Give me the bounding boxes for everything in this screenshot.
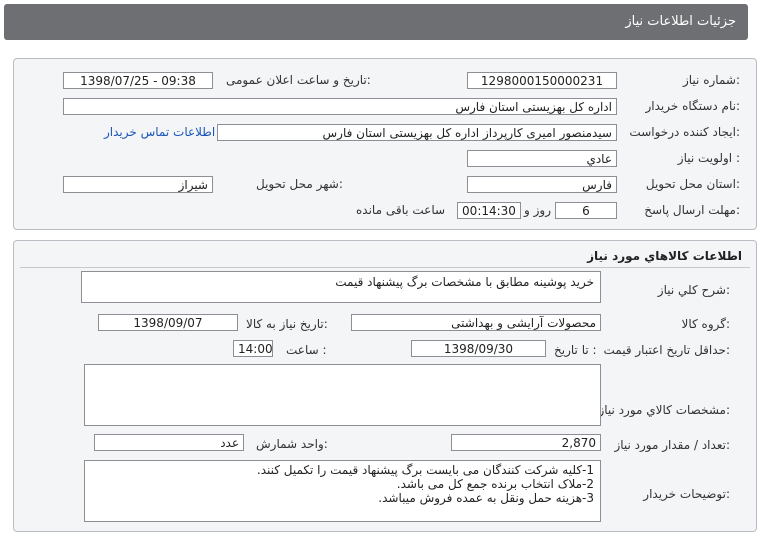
hour-field: 14:00 xyxy=(233,340,273,357)
buyer-org-label: نام دستگاه خريدار: xyxy=(645,99,741,113)
goods-spec-label: مشخصات کالاي مورد نياز: xyxy=(598,403,730,417)
need-number-field: 1298000150000231 xyxy=(467,72,617,89)
goods-panel: اطلاعات کالاهاي مورد نياز شرح کلي نياز: … xyxy=(13,240,757,532)
goods-group-field: محصولات آرایشی و بهداشتی xyxy=(351,314,601,331)
buyer-notes-label: توضيحات خريدار: xyxy=(643,487,730,501)
buyer-note-line: 1-کلیه شرکت کنندگان می بایست برگ پیشنهاد… xyxy=(256,463,594,477)
general-desc-text: خرید پوشینه مطابق با مشخصات برگ پیشنهاد … xyxy=(335,275,594,289)
section-divider xyxy=(20,267,750,268)
page-title: جزئيات اطلاعات نياز xyxy=(625,14,736,29)
deadline-label: مهلت ارسال پاسخ: xyxy=(644,203,740,217)
province-field: فارس xyxy=(467,176,617,193)
province-label: استان محل تحويل: xyxy=(645,177,740,191)
buyer-notes-field: 1-کلیه شرکت کنندگان می بایست برگ پیشنهاد… xyxy=(84,460,601,522)
price-validity-label: حداقل تاريخ اعتبار قيمت: xyxy=(603,343,730,357)
days-label: روز و xyxy=(524,203,551,217)
need-info-panel: شماره نياز: 1298000150000231 تاريخ و ساع… xyxy=(13,58,757,230)
days-field: 6 xyxy=(555,202,617,219)
general-desc-label: شرح کلي نياز: xyxy=(657,283,730,297)
goods-section-title: اطلاعات کالاهاي مورد نياز xyxy=(587,249,742,263)
goods-group-label: گروه کالا: xyxy=(681,317,731,331)
hour-label: ساعت : xyxy=(286,343,327,357)
time-remaining-label: ساعت باقی مانده xyxy=(356,203,446,217)
unit-field: عدد xyxy=(94,434,244,451)
unit-label: واحد شمارش: xyxy=(256,437,328,451)
need-date-label: تاريخ نياز به کالا: xyxy=(246,317,328,331)
page-header: جزئيات اطلاعات نياز xyxy=(4,4,748,40)
creator-field: سیدمنصور امیری کارپرداز اداره کل بهزیستی… xyxy=(217,124,617,141)
buyer-org-field: اداره کل بهزیستی استان فارس xyxy=(63,98,617,115)
priority-label: اولويت نياز : xyxy=(677,151,740,165)
until-date-field: 1398/09/30 xyxy=(411,340,546,357)
buyer-note-line: 3-هزینه حمل ونقل به عمده فروش میباشد. xyxy=(378,491,594,505)
quantity-label: تعداد / مقدار مورد نياز: xyxy=(614,438,730,452)
goods-spec-field xyxy=(84,364,601,426)
need-number-label: شماره نياز: xyxy=(682,73,740,87)
priority-field: عادي xyxy=(467,150,617,167)
time-field: 00:14:30 xyxy=(457,202,521,219)
creator-label: ايجاد کننده درخواست: xyxy=(629,125,740,139)
until-date-label: تا تاريخ : xyxy=(554,343,597,357)
buyer-note-line: 2-ملاک انتخاب برنده جمع کل می باشد. xyxy=(396,477,594,491)
need-date-field: 1398/09/07 xyxy=(98,314,238,331)
buyer-contact-link[interactable]: اطلاعات تماس خريدار xyxy=(104,125,215,139)
general-desc-field: خرید پوشینه مطابق با مشخصات برگ پیشنهاد … xyxy=(81,271,601,303)
announce-date-label: تاريخ و ساعت اعلان عمومی: xyxy=(226,73,371,87)
city-field: شیراز xyxy=(63,176,213,193)
announce-date-field: 1398/07/25 - 09:38 xyxy=(63,72,213,89)
quantity-field: 2,870 xyxy=(451,434,601,451)
city-label: شهر محل تحويل: xyxy=(256,177,343,191)
